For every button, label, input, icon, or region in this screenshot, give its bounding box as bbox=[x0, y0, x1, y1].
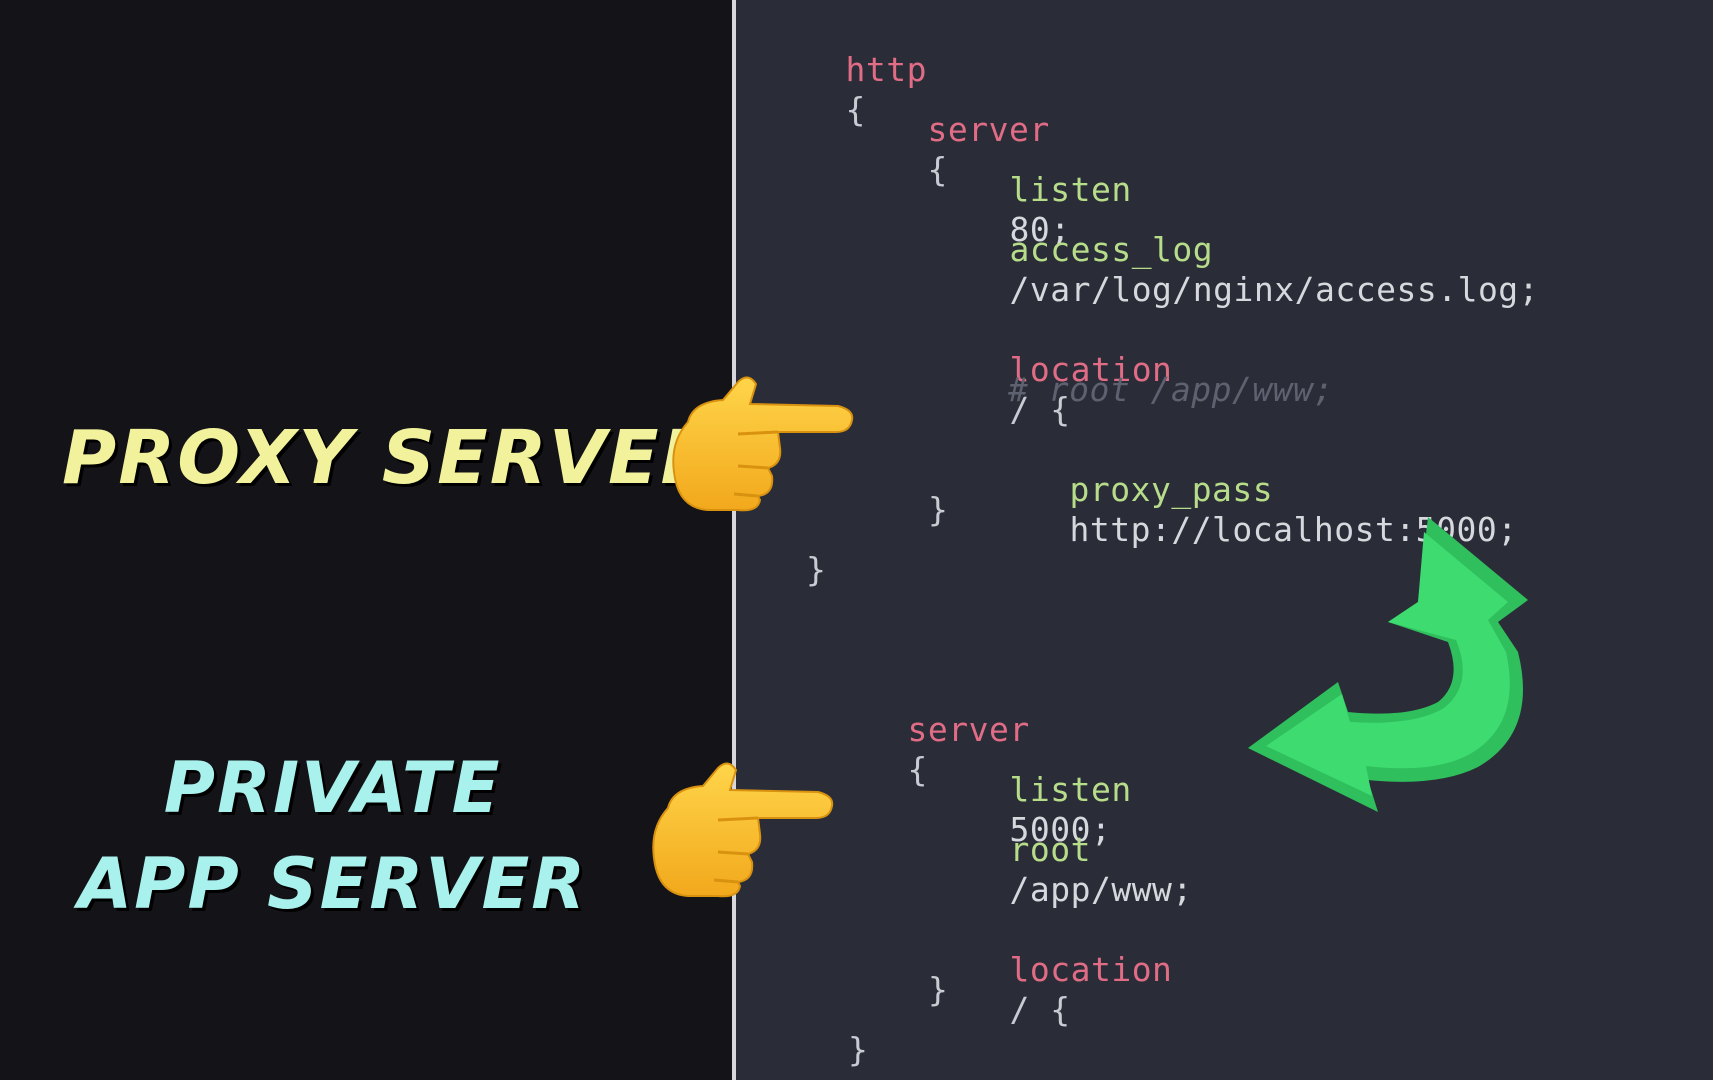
brace-open: { bbox=[907, 750, 928, 789]
directive-access-log: access_log bbox=[1009, 230, 1214, 269]
pointing-right-hand-icon bbox=[672, 376, 854, 512]
keyword-location: location bbox=[1009, 950, 1173, 989]
curved-return-arrow-icon bbox=[1248, 517, 1528, 812]
code-line-comment: # root /app/www; bbox=[1008, 370, 1334, 409]
code-line-brace-close: } bbox=[928, 970, 949, 1009]
directive-proxy-pass: proxy_pass bbox=[1069, 470, 1274, 509]
private-app-server-label: PRIVATE APP SERVER bbox=[78, 740, 587, 932]
code-line-brace-close: } bbox=[848, 1030, 869, 1069]
value-root-path: /app/www; bbox=[1009, 870, 1193, 909]
value-access-log-path: /var/log/nginx/access.log; bbox=[1009, 270, 1540, 309]
code-line-brace-close: } bbox=[928, 490, 949, 529]
code-editor: http { server { listen 80; access_log /v… bbox=[736, 0, 1713, 1080]
location-path: / { bbox=[1009, 990, 1071, 1029]
proxy-server-label: PROXY SERVER bbox=[62, 415, 720, 501]
directive-root: root bbox=[1009, 830, 1091, 869]
pointing-right-hand-icon bbox=[652, 762, 834, 898]
code-line-location-2: location / { bbox=[928, 910, 1172, 1070]
private-label-line1: PRIVATE bbox=[163, 747, 502, 829]
code-line-brace-close: } bbox=[806, 550, 827, 589]
private-label-line2: APP SERVER bbox=[78, 843, 588, 925]
